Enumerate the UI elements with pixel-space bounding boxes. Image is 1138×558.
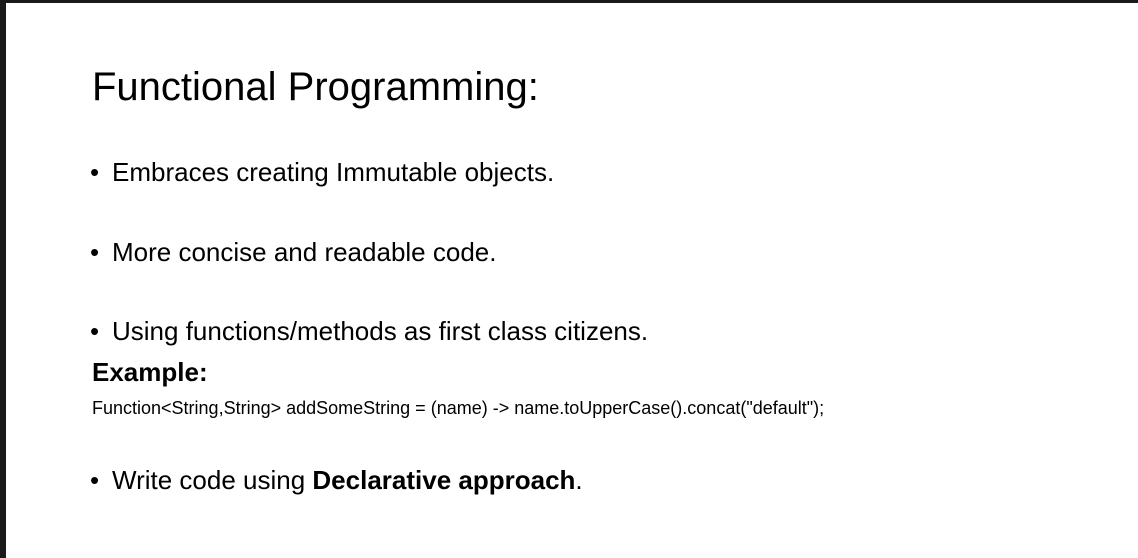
bullet-icon: • [90,157,100,187]
example-label: Example: [92,357,208,387]
slide: Functional Programming: • Embraces creati… [6,3,1138,558]
bullet-text-prefix: Write code using [112,465,313,495]
bullet-text: Embraces creating Immutable objects. [112,157,555,187]
bullet-text: Using functions/methods as first class c… [112,316,649,346]
bullet-item-concise: • More concise and readable code. [90,235,496,269]
bullet-icon: • [90,237,100,267]
bullet-text: More concise and readable code. [112,237,497,267]
code-example: Function<String,String> addSomeString = … [92,398,825,418]
bullet-text-bold: Declarative approach [312,465,576,495]
bullet-item-declarative: • Write code using Declarative approach. [90,463,583,497]
bullet-icon: • [90,465,100,495]
bullet-text-suffix: . [575,465,583,495]
slide-title: Functional Programming: [92,65,539,109]
bullet-icon: • [90,316,100,346]
bullet-item-first-class: • Using functions/methods as first class … [90,314,648,348]
bullet-item-immutable: • Embraces creating Immutable objects. [90,155,554,189]
